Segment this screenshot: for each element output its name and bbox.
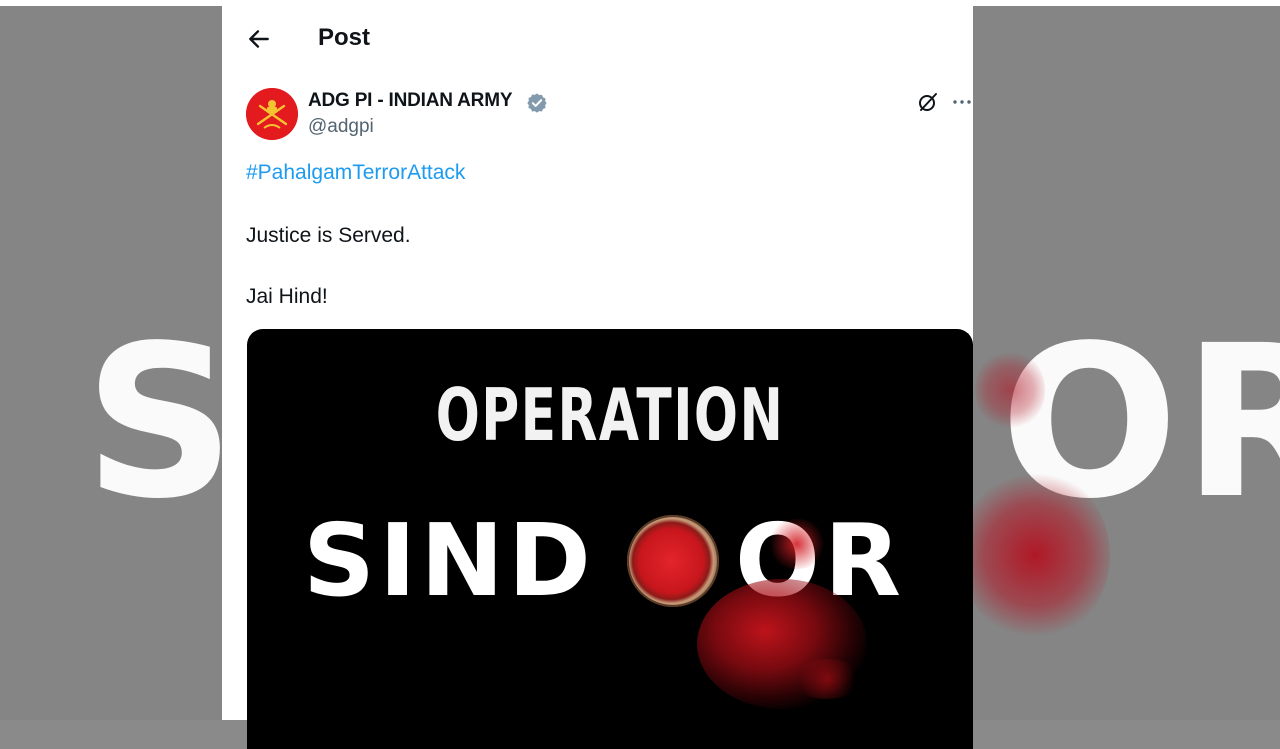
arrow-left-icon[interactable]	[246, 26, 272, 52]
author-name[interactable]: ADG PI - INDIAN ARMY	[308, 90, 512, 112]
image-word-part-1: SIND	[303, 502, 595, 619]
red-powder-splash	[767, 519, 827, 569]
more-horizontal-icon[interactable]	[950, 90, 974, 114]
post-text-line: Jai Hind!	[246, 285, 328, 308]
background-letter-s: S	[84, 300, 240, 545]
post-header: Post	[222, 6, 973, 70]
verified-badge-icon	[527, 93, 547, 113]
page-title: Post	[318, 24, 371, 51]
grok-icon[interactable]	[916, 90, 940, 114]
post-text-line: Justice is Served.	[246, 224, 411, 247]
background-red-powder	[975, 350, 1045, 430]
army-emblem-icon	[246, 88, 298, 140]
background-red-powder	[960, 470, 1110, 640]
hashtag-link[interactable]: #PahalgamTerrorAttack	[246, 161, 465, 185]
post-panel: Post ADG PI - INDIAN ARMY @adgpi #Pahalg…	[222, 6, 974, 749]
image-title-operation: OPERATION	[435, 373, 785, 457]
author-handle[interactable]: @adgpi	[308, 116, 374, 138]
sindoor-bowl-icon	[627, 515, 719, 607]
post-image[interactable]: OPERATION SIND OR	[247, 329, 973, 749]
avatar[interactable]	[246, 88, 298, 140]
red-powder-splash	[792, 659, 862, 699]
